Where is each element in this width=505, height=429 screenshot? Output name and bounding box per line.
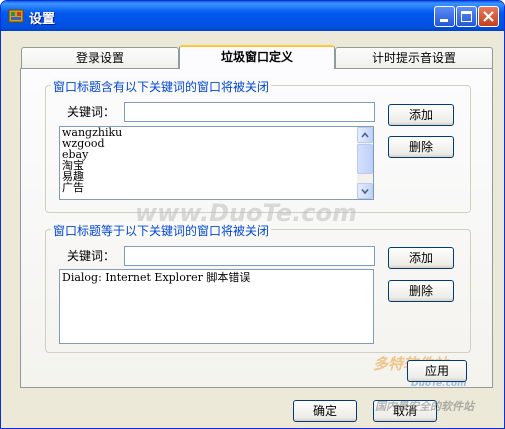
scroll-thumb[interactable] <box>357 144 373 174</box>
app-icon <box>7 7 25 25</box>
equals-keyword-input[interactable] <box>124 246 375 266</box>
delete-equals-button[interactable]: 删除 <box>388 280 454 302</box>
cancel-button[interactable]: 取消 <box>373 400 437 422</box>
list-item[interactable]: ebay <box>60 149 373 160</box>
contains-keyword-input[interactable] <box>124 102 375 122</box>
ok-button[interactable]: 确定 <box>293 400 357 422</box>
list-item[interactable]: wangzhiku <box>60 127 373 138</box>
chevron-down-icon <box>361 188 369 195</box>
close-icon <box>483 11 494 22</box>
tab-label: 垃圾窗口定义 <box>220 50 293 64</box>
close-button[interactable] <box>478 6 499 27</box>
add-contains-button[interactable]: 添加 <box>388 104 454 126</box>
chevron-up-icon <box>361 132 369 138</box>
group-title: 窗口标题含有以下关键词的窗口将被关闭 <box>51 78 272 95</box>
vertical-scrollbar[interactable] <box>357 127 373 199</box>
tab-junk-window[interactable]: 垃圾窗口定义 <box>179 45 335 69</box>
keyword-label: 关键词： <box>67 249 116 263</box>
window-title: 设置 <box>29 12 56 27</box>
list-item[interactable]: 易趣 <box>60 171 373 182</box>
title-bar[interactable]: 设置 <box>1 1 504 31</box>
maximize-button[interactable] <box>456 6 477 27</box>
equals-keyword-list[interactable]: Dialog: Internet Explorer 脚本错误 <box>59 269 374 344</box>
list-item[interactable]: 广告 <box>60 182 373 193</box>
maximize-icon <box>461 11 472 22</box>
scroll-down-button[interactable] <box>357 183 373 199</box>
contains-keyword-list[interactable]: wangzhiku wzgood ebay 淘宝 易趣 广告 <box>59 126 374 200</box>
list-item[interactable]: wzgood <box>60 138 373 149</box>
list-item[interactable]: 淘宝 <box>60 160 373 171</box>
apply-button[interactable]: 应用 <box>407 360 467 382</box>
delete-contains-button[interactable]: 删除 <box>388 136 454 158</box>
scroll-up-button[interactable] <box>357 127 373 143</box>
minimize-icon <box>440 19 448 22</box>
tab-timer-sound[interactable]: 计时提示音设置 <box>335 47 493 68</box>
group-title: 窗口标题等于以下关键词的窗口将被关闭 <box>51 222 272 239</box>
add-equals-button[interactable]: 添加 <box>388 247 454 269</box>
keyword-label: 关键词： <box>67 105 116 119</box>
minimize-button[interactable] <box>434 6 455 27</box>
tab-login-settings[interactable]: 登录设置 <box>21 47 179 68</box>
tab-label: 计时提示音设置 <box>371 51 456 65</box>
settings-window: 设置 登录设置 垃圾窗口定义 计时提示音设置 窗口标题含有以下关键词的窗口将被关… <box>0 0 505 429</box>
tab-label: 登录设置 <box>75 51 124 65</box>
list-item[interactable]: Dialog: Internet Explorer 脚本错误 <box>60 272 373 283</box>
